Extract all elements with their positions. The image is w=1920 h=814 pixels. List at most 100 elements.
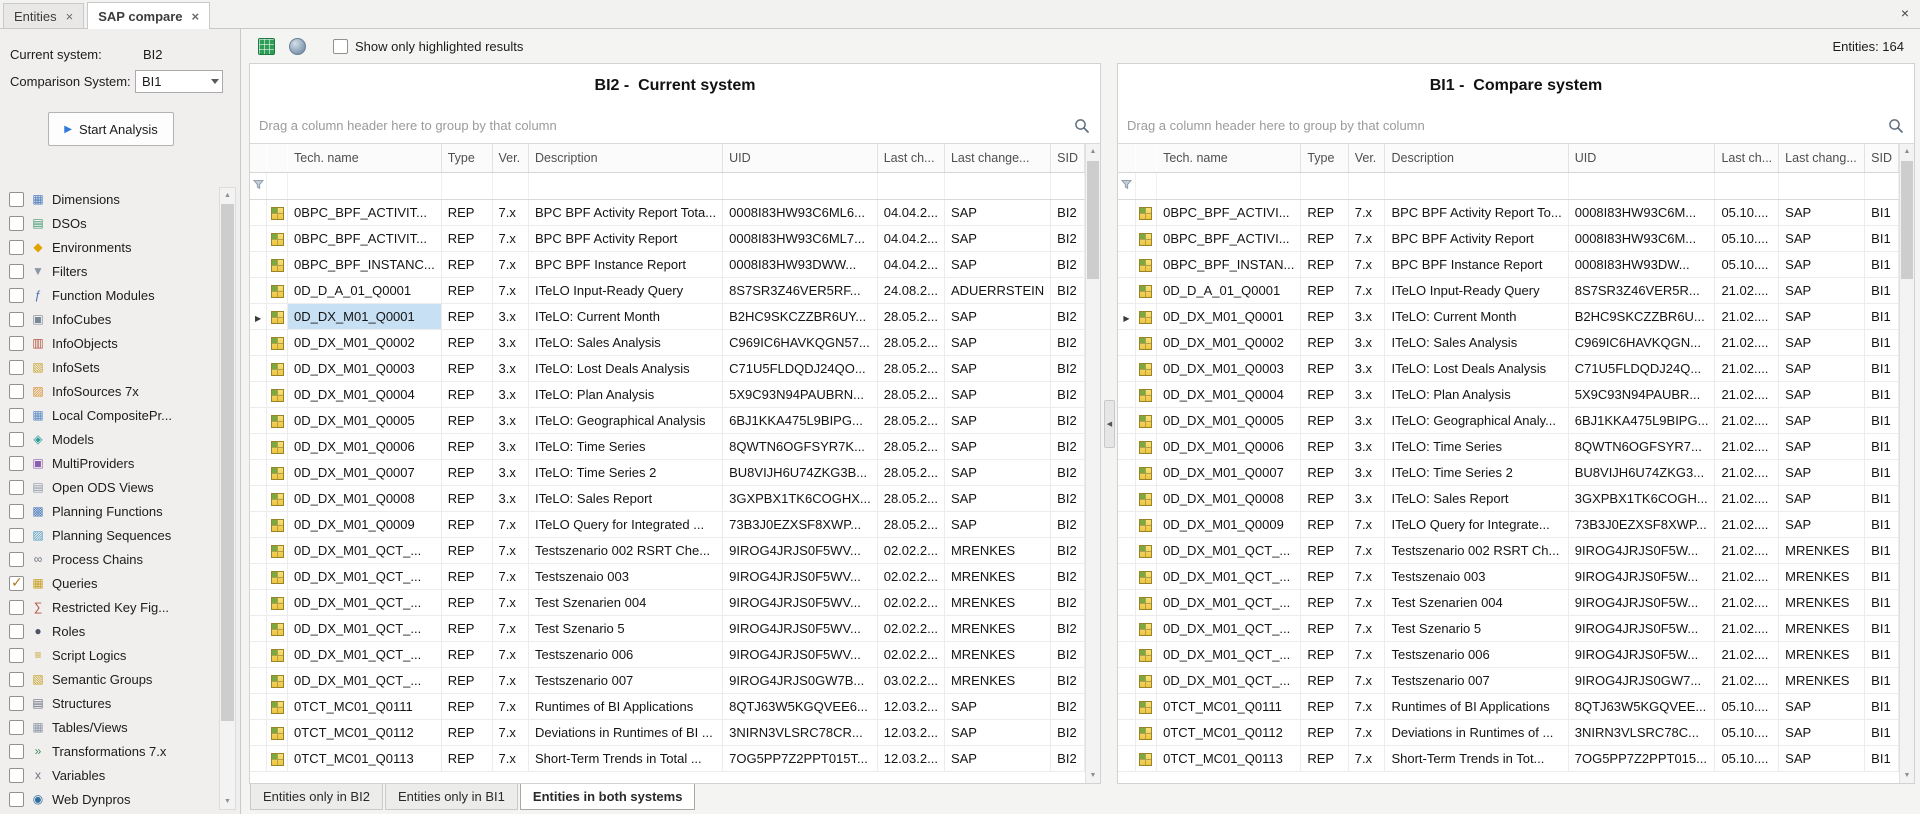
last-changed-date-cell[interactable]: 04.04.2... [877, 251, 944, 277]
description-cell[interactable]: Deviations in Runtimes of ... [1385, 719, 1568, 745]
tech-name-cell[interactable]: 0BPC_BPF_ACTIVI... [1157, 225, 1301, 251]
last-changed-by-cell[interactable]: SAP [1779, 303, 1865, 329]
version-cell[interactable]: 7.x [492, 641, 529, 667]
uid-cell[interactable]: BU8VIJH6U74ZKG3... [1568, 459, 1715, 485]
last-changed-by-cell[interactable]: ADUERRSTEIN [944, 277, 1050, 303]
type-cell[interactable]: REP [1301, 589, 1348, 615]
type-cell[interactable]: REP [1301, 719, 1348, 745]
column-header-last-ch[interactable]: Last ch... [877, 144, 944, 172]
tech-name-cell[interactable]: 0D_DX_M01_Q0001 [1157, 303, 1301, 329]
sid-cell[interactable]: BI1 [1865, 459, 1899, 485]
last-changed-date-cell[interactable]: 02.02.2... [877, 589, 944, 615]
description-cell[interactable]: Testszenaio 003 [1385, 563, 1568, 589]
description-cell[interactable]: Testszenario 002 RSRT Ch... [1385, 537, 1568, 563]
tree-item-dimensions[interactable]: ▦ Dimensions [9, 187, 212, 211]
last-changed-by-cell[interactable]: SAP [1779, 485, 1865, 511]
tech-name-cell[interactable]: 0D_DX_M01_QCT_... [288, 563, 442, 589]
description-cell[interactable]: Short-Term Trends in Total ... [529, 745, 723, 771]
column-header-tech-name[interactable]: Tech. name [1157, 144, 1301, 172]
filter-cell[interactable] [288, 172, 442, 199]
last-changed-date-cell[interactable]: 05.10.... [1715, 225, 1779, 251]
uid-cell[interactable]: 0008I83HW93C6ML6... [723, 199, 878, 225]
last-changed-date-cell[interactable]: 02.02.2... [877, 537, 944, 563]
description-cell[interactable]: ITeLO: Geographical Analy... [1385, 407, 1568, 433]
column-header-description[interactable]: Description [1385, 144, 1568, 172]
sid-cell[interactable]: BI1 [1865, 485, 1899, 511]
last-changed-date-cell[interactable]: 21.02.... [1715, 589, 1779, 615]
description-cell[interactable]: ITeLO Input-Ready Query [1385, 277, 1568, 303]
sid-cell[interactable]: BI1 [1865, 589, 1899, 615]
start-analysis-button[interactable]: ▶ Start Analysis [48, 112, 174, 146]
last-changed-date-cell[interactable]: 28.05.2... [877, 459, 944, 485]
last-changed-date-cell[interactable]: 21.02.... [1715, 641, 1779, 667]
filter-cell[interactable] [1348, 172, 1385, 199]
version-cell[interactable]: 7.x [1348, 199, 1385, 225]
type-cell[interactable]: REP [441, 719, 492, 745]
last-changed-date-cell[interactable]: 28.05.2... [877, 485, 944, 511]
sid-cell[interactable]: BI2 [1051, 667, 1085, 693]
search-icon[interactable] [1888, 118, 1904, 134]
table-scrollbar[interactable]: ▲ ▼ [1899, 144, 1914, 783]
tech-name-cell[interactable]: 0D_DX_M01_Q0003 [1157, 355, 1301, 381]
filter-cell[interactable] [492, 172, 529, 199]
tech-name-cell[interactable]: 0TCT_MC01_Q0112 [1157, 719, 1301, 745]
tech-name-cell[interactable]: 0D_DX_M01_QCT_... [1157, 589, 1301, 615]
version-cell[interactable]: 7.x [492, 615, 529, 641]
version-cell[interactable]: 3.x [1348, 303, 1385, 329]
last-changed-date-cell[interactable]: 21.02.... [1715, 329, 1779, 355]
scroll-down-icon[interactable]: ▼ [1086, 768, 1100, 783]
last-changed-by-cell[interactable]: SAP [944, 693, 1050, 719]
description-cell[interactable]: Testszenario 007 [529, 667, 723, 693]
version-cell[interactable]: 3.x [492, 433, 529, 459]
checkbox-icon[interactable] [9, 432, 24, 447]
description-cell[interactable]: ITeLO: Sales Analysis [1385, 329, 1568, 355]
last-changed-date-cell[interactable]: 02.02.2... [877, 641, 944, 667]
tree-item-script-logics[interactable]: ≡ Script Logics [9, 643, 212, 667]
uid-cell[interactable]: 9IROG4JRJS0GW7... [1568, 667, 1715, 693]
version-cell[interactable]: 3.x [1348, 355, 1385, 381]
tree-item-environments[interactable]: ◆ Environments [9, 235, 212, 259]
tree-item-process-chains[interactable]: ∞ Process Chains [9, 547, 212, 571]
tree-item-planning-functions[interactable]: ▩ Planning Functions [9, 499, 212, 523]
sid-cell[interactable]: BI2 [1051, 329, 1085, 355]
description-cell[interactable]: ITeLO: Plan Analysis [529, 381, 723, 407]
column-header-last-ch[interactable]: Last ch... [1715, 144, 1779, 172]
uid-cell[interactable]: 9IROG4JRJS0F5WV... [723, 589, 878, 615]
last-changed-date-cell[interactable]: 21.02.... [1715, 563, 1779, 589]
last-changed-date-cell[interactable]: 21.02.... [1715, 615, 1779, 641]
checkbox-icon[interactable] [9, 528, 24, 543]
checkbox-icon[interactable] [9, 744, 24, 759]
last-changed-by-cell[interactable]: SAP [944, 719, 1050, 745]
tree-item-web-dynpros[interactable]: ◉ Web Dynpros [9, 787, 212, 810]
description-cell[interactable]: Test Szenarien 004 [529, 589, 723, 615]
last-changed-by-cell[interactable]: SAP [1779, 407, 1865, 433]
last-changed-date-cell[interactable]: 21.02.... [1715, 381, 1779, 407]
type-cell[interactable]: REP [441, 433, 492, 459]
description-cell[interactable]: ITeLO Input-Ready Query [529, 277, 723, 303]
tree-item-models[interactable]: ◈ Models [9, 427, 212, 451]
table-row[interactable]: 0D_DX_M01_Q0002REP3.xITeLO: Sales Analys… [1118, 329, 1899, 355]
tech-name-cell[interactable]: 0D_D_A_01_Q0001 [1157, 277, 1301, 303]
tree-item-planning-sequences[interactable]: ▨ Planning Sequences [9, 523, 212, 547]
table-row[interactable]: 0TCT_MC01_Q0113REP7.xShort-Term Trends i… [1118, 745, 1899, 771]
export-excel-icon[interactable] [255, 35, 277, 57]
sid-cell[interactable]: BI1 [1865, 329, 1899, 355]
version-cell[interactable]: 7.x [1348, 277, 1385, 303]
type-cell[interactable]: REP [441, 199, 492, 225]
tree-item-dsos[interactable]: ▤ DSOs [9, 211, 212, 235]
tech-name-cell[interactable]: 0D_DX_M01_QCT_... [288, 589, 442, 615]
uid-cell[interactable]: C969IC6HAVKQGN... [1568, 329, 1715, 355]
sid-cell[interactable]: BI1 [1865, 225, 1899, 251]
description-cell[interactable]: ITeLO: Lost Deals Analysis [1385, 355, 1568, 381]
uid-cell[interactable]: 7OG5PP7Z2PPT015T... [723, 745, 878, 771]
type-cell[interactable]: REP [441, 485, 492, 511]
description-cell[interactable]: ITeLO Query for Integrated ... [529, 511, 723, 537]
version-cell[interactable]: 7.x [492, 719, 529, 745]
show-only-highlighted-checkbox[interactable]: Show only highlighted results [333, 39, 523, 54]
uid-cell[interactable]: C969IC6HAVKQGN57... [723, 329, 878, 355]
table-row[interactable]: 0D_DX_M01_QCT_...REP7.xTestszenario 0069… [250, 641, 1085, 667]
comparison-system-select[interactable]: BI1 [135, 70, 223, 93]
tree-item-restricted-key-fig[interactable]: ∑ Restricted Key Fig... [9, 595, 212, 619]
version-cell[interactable]: 3.x [492, 329, 529, 355]
type-cell[interactable]: REP [1301, 381, 1348, 407]
